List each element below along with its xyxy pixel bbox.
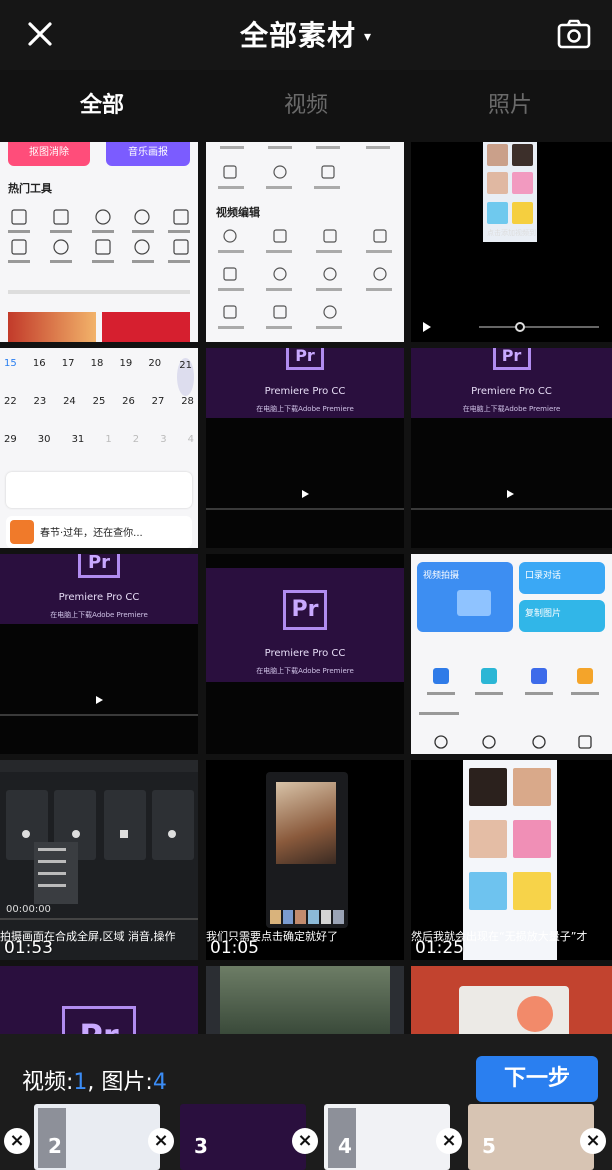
- media-thumbnail[interactable]: 00:00:00 拍摄画面在合成全屏,区域 消音,操作 01:53: [0, 760, 198, 960]
- video-duration: 01:53: [4, 938, 53, 958]
- premiere-logo: Pr: [286, 348, 324, 370]
- selected-item[interactable]: 3: [180, 1104, 306, 1170]
- next-step-button[interactable]: 下一步: [476, 1056, 598, 1102]
- editor-tools-screenshot: [218, 146, 392, 329]
- premiere-logo: Pr: [62, 1006, 136, 1034]
- media-thumbnail[interactable]: Pr Premiere Pro CC 在电脑上下载Adobe Premiere: [206, 348, 404, 548]
- banner-image: [8, 312, 96, 342]
- selection-count: 视频:1, 图片:4: [22, 1070, 167, 1095]
- remove-icon[interactable]: ×: [4, 1128, 30, 1154]
- media-thumbnail[interactable]: 15 16 17 18 19 20 21 22 23 24 25 26 27 28 29 30 31 1 2 3 4…: [0, 348, 198, 548]
- media-thumbnail[interactable]: Pr Premiere Pro CC 在电脑上下载Adobe Premiere: [206, 554, 404, 754]
- selected-item[interactable]: 4: [324, 1104, 450, 1170]
- feature-card: 视频拍摄: [417, 562, 513, 632]
- video-caption: 点击添加视频到: [487, 229, 536, 237]
- selected-item[interactable]: 5: [468, 1104, 594, 1170]
- video-duration: 01:25: [415, 938, 464, 958]
- media-thumbnail[interactable]: [411, 966, 612, 1034]
- video-duration: 01:05: [210, 938, 259, 958]
- tool-icon-grid: [8, 206, 190, 266]
- remove-icon[interactable]: ×: [580, 1128, 606, 1154]
- media-thumbnail[interactable]: Pr: [0, 966, 198, 1034]
- play-icon: [96, 696, 103, 704]
- chevron-down-icon: ▾: [363, 29, 373, 45]
- premiere-title: Premiere Pro CC: [264, 648, 346, 659]
- landscape-image: [220, 966, 390, 1034]
- media-grid: 抠图消除 音乐画报 热门工具 视频编辑 点击添加视频到 15 16 17 18 …: [0, 142, 612, 1034]
- media-tabs: 全部 视频 照片: [0, 70, 612, 142]
- tool-button: 音乐画报: [106, 142, 190, 166]
- selected-index: 5: [482, 1134, 496, 1158]
- photo-count: 4: [152, 1070, 167, 1095]
- section-heading: 热门工具: [8, 182, 52, 195]
- section-heading: 视频编辑: [216, 206, 260, 219]
- media-thumbnail[interactable]: 我们只需要点击确定就好了 01:05: [206, 760, 404, 960]
- remove-icon[interactable]: ×: [292, 1128, 318, 1154]
- selected-item[interactable]: 2: [34, 1104, 160, 1170]
- media-thumbnail[interactable]: 然后我就会出现在“无损放大量子”才 01:25: [411, 760, 612, 960]
- premiere-subtitle: 在电脑上下载Adobe Premiere: [256, 405, 354, 413]
- selected-index: 3: [194, 1134, 208, 1158]
- premiere-title: Premiere Pro CC: [264, 386, 346, 397]
- selected-index: 4: [338, 1134, 352, 1158]
- premiere-logo: Pr: [78, 554, 120, 578]
- calendar-grid: 15 16 17 18 19 20 21 22 23 24 25 26 27 28 29 30 31 1 2 3 4: [4, 358, 194, 445]
- banner-card: 春节·过年，还在查你...: [6, 516, 192, 548]
- top-bar: 全部素材 ▾: [0, 0, 612, 70]
- timecode: 00:00:00: [6, 904, 51, 915]
- phone-screenshot: [483, 142, 537, 242]
- remove-icon[interactable]: ×: [148, 1128, 174, 1154]
- banner-image: [102, 312, 190, 342]
- premiere-subtitle: 在电脑上下载Adobe Premiere: [256, 667, 354, 675]
- play-icon: [423, 322, 431, 332]
- premiere-title: Premiere Pro CC: [58, 592, 140, 603]
- media-thumbnail[interactable]: 视频拍摄 口录对话 复制图片: [411, 554, 612, 754]
- camera-icon[interactable]: [556, 16, 592, 52]
- feature-card: 口录对话: [519, 562, 605, 594]
- play-icon: [507, 490, 514, 498]
- media-thumbnail[interactable]: 视频编辑: [206, 142, 404, 342]
- tool-icon-grid: [419, 668, 599, 749]
- info-card: [6, 472, 192, 508]
- video-count: 1: [73, 1070, 88, 1095]
- divider: [8, 290, 190, 294]
- timeline: [206, 508, 404, 510]
- selected-index: 2: [48, 1134, 62, 1158]
- card-image: [459, 986, 569, 1034]
- page-title: 全部素材: [239, 19, 356, 52]
- tab-video[interactable]: 视频: [204, 70, 408, 142]
- premiere-title: Premiere Pro CC: [471, 386, 552, 397]
- timeline: [0, 714, 198, 716]
- media-thumbnail[interactable]: Pr Premiere Pro CC 在电脑上下载Adobe Premiere: [411, 348, 612, 548]
- media-thumbnail[interactable]: [206, 966, 404, 1034]
- feature-card: 复制图片: [519, 600, 605, 632]
- timeline: [411, 508, 612, 510]
- play-icon: [302, 490, 309, 498]
- tab-photo[interactable]: 照片: [408, 70, 612, 142]
- tab-all[interactable]: 全部: [0, 70, 204, 142]
- media-thumbnail[interactable]: 点击添加视频到: [411, 142, 612, 342]
- album-selector[interactable]: 全部素材 ▾: [0, 14, 612, 54]
- media-thumbnail[interactable]: Pr Premiere Pro CC 在电脑上下载Adobe Premiere: [0, 554, 198, 754]
- tool-button: 抠图消除: [8, 142, 90, 166]
- progress-track: [479, 326, 599, 328]
- remove-icon[interactable]: ×: [436, 1128, 462, 1154]
- premiere-subtitle: 在电脑上下载Adobe Premiere: [462, 405, 561, 413]
- phone-screenshot: [266, 772, 348, 928]
- media-thumbnail[interactable]: 抠图消除 音乐画报 热门工具: [0, 142, 198, 342]
- premiere-logo: Pr: [492, 348, 531, 370]
- premiere-subtitle: 在电脑上下载Adobe Premiere: [50, 611, 148, 619]
- premiere-logo: Pr: [283, 590, 327, 630]
- progress-handle: [515, 322, 525, 332]
